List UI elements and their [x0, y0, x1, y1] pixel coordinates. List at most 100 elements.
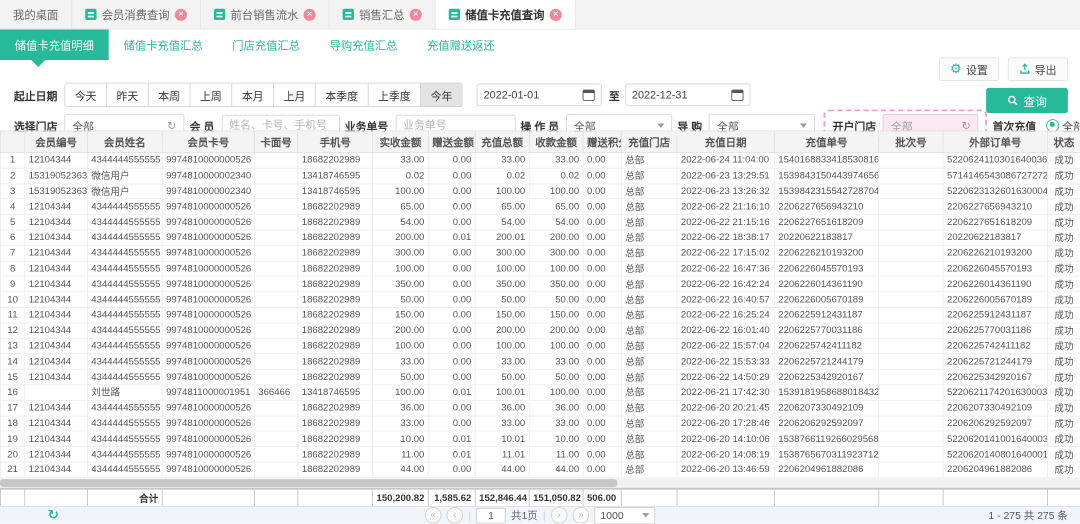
quick-range-button[interactable]: 上月: [273, 83, 316, 107]
table-row[interactable]: 2112104344434444455555599748100000005261…: [0, 462, 1080, 477]
totals-cell: [621, 489, 677, 506]
table-row[interactable]: 1812104344434444455555599748100000005261…: [0, 416, 1080, 431]
sub-tab-label: 储值卡充值汇总: [123, 37, 202, 54]
date-to-input[interactable]: [632, 89, 712, 101]
table-cell: 10: [0, 292, 24, 307]
table-cell: 1: [0, 153, 24, 168]
column-header[interactable]: 充值单号: [774, 131, 878, 153]
page-size-select[interactable]: 1000: [594, 507, 655, 524]
table-row[interactable]: 1112104344434444455555599748100000005261…: [0, 307, 1080, 322]
table-row[interactable]: 1912104344434444455555599748100000005261…: [0, 431, 1080, 446]
quick-range-group: 今天昨天本周上周本月上月本季度上季度今年: [64, 83, 462, 107]
refresh-icon[interactable]: ↻: [167, 120, 176, 131]
window-tab[interactable]: 销售汇总✕: [330, 0, 436, 29]
table-row[interactable]: 8121043444344444555555997481000000052618…: [0, 261, 1080, 276]
table-cell: 0.00: [428, 323, 475, 338]
quick-range-button[interactable]: 上周: [190, 83, 233, 107]
settings-button[interactable]: ⚙ 设置: [939, 57, 999, 80]
table-cell: 11.00: [529, 447, 583, 462]
search-button[interactable]: 查询: [986, 88, 1068, 113]
totals-cell: 合计: [87, 489, 162, 506]
sub-tab-label: 导购充值汇总: [330, 37, 398, 54]
table-row[interactable]: 315319052363051微信用户997481000000234013418…: [0, 184, 1080, 199]
column-header[interactable]: 充值总额: [475, 131, 529, 153]
table-cell: 总部: [621, 307, 677, 322]
column-header[interactable]: 批次号: [879, 131, 943, 153]
last-page-button[interactable]: »: [573, 507, 590, 524]
table-cell: 100.00: [373, 184, 429, 199]
quick-range-button[interactable]: 本月: [231, 83, 274, 107]
table-row[interactable]: 16刘世路99748110000019513664661341874659510…: [0, 385, 1080, 400]
window-tab[interactable]: 前台销售流水✕: [201, 0, 330, 29]
close-icon[interactable]: ✕: [304, 8, 316, 20]
date-from-field[interactable]: [477, 83, 602, 106]
table-row[interactable]: 1512104344434444455555599748100000005261…: [0, 369, 1080, 384]
table-cell: 12104344: [25, 261, 88, 276]
next-page-button[interactable]: ›: [551, 507, 568, 524]
column-header[interactable]: 实收金额: [373, 131, 429, 153]
table-row[interactable]: 1412104344434444455555599748100000005261…: [0, 354, 1080, 369]
quick-range-button[interactable]: 今天: [64, 83, 107, 107]
quick-range-button[interactable]: 本周: [148, 83, 191, 107]
table-cell: 0.00: [428, 261, 475, 276]
table-cell: 4344444555555: [87, 462, 162, 477]
column-header[interactable]: 会员姓名: [87, 131, 162, 153]
column-header[interactable]: 收款金额: [529, 131, 583, 153]
column-header[interactable]: [0, 131, 24, 153]
sub-tab[interactable]: 导购充值汇总: [315, 30, 412, 60]
refresh-icon[interactable]: ↻: [48, 509, 59, 522]
column-header[interactable]: 赠送金额: [428, 131, 475, 153]
table-row[interactable]: 6121043444344444555555997481000000052618…: [0, 230, 1080, 245]
column-header[interactable]: 充值日期: [677, 131, 774, 153]
table-row[interactable]: 2012104344434444455555599748100000005261…: [0, 447, 1080, 462]
sub-tab[interactable]: 门店充值汇总: [217, 30, 314, 60]
date-from-input[interactable]: [484, 89, 564, 101]
table-row[interactable]: 215319052363051微信用户997481000000234013418…: [0, 168, 1080, 183]
column-header[interactable]: 充值门店: [621, 131, 677, 153]
page-number-input[interactable]: [476, 507, 506, 523]
table-row[interactable]: 4121043444344444555555997481000000052618…: [0, 199, 1080, 214]
quick-range-button[interactable]: 昨天: [106, 83, 149, 107]
column-header[interactable]: 会员卡号: [162, 131, 254, 153]
column-header[interactable]: 卡面号: [254, 131, 297, 153]
scrollbar-thumb[interactable]: [0, 479, 617, 487]
table-row[interactable]: 1712104344434444455555599748100000005261…: [0, 400, 1080, 415]
table-row[interactable]: 1212104344434444455555599748100000005261…: [0, 323, 1080, 338]
date-to-field[interactable]: [625, 83, 750, 106]
table-row[interactable]: 9121043444344444555555997481000000052618…: [0, 276, 1080, 291]
close-icon[interactable]: ✕: [175, 8, 187, 20]
column-header[interactable]: 外部订单号: [943, 131, 1047, 153]
close-icon[interactable]: ✕: [550, 8, 562, 20]
sub-tab[interactable]: 充值赠送返还: [412, 30, 509, 60]
table-cell: 2022-06-22 21:16:10: [677, 199, 774, 214]
refresh-icon[interactable]: ↻: [961, 120, 970, 131]
column-header[interactable]: 赠送积分: [583, 131, 621, 153]
export-button[interactable]: 导出: [1008, 57, 1068, 80]
sub-tab[interactable]: 储值卡充值汇总: [109, 30, 218, 60]
window-tab[interactable]: 储值卡充值查询✕: [436, 0, 576, 29]
column-header[interactable]: 手机号: [298, 131, 373, 153]
first-page-button[interactable]: «: [425, 507, 442, 524]
column-header[interactable]: 会员编号: [25, 131, 88, 153]
quick-range-button[interactable]: 上季度: [368, 83, 421, 107]
horizontal-scrollbar[interactable]: [0, 478, 1080, 488]
table-cell: 18682202989: [298, 462, 373, 477]
table-row[interactable]: 1012104344434444455555599748100000005261…: [0, 292, 1080, 307]
window-tab[interactable]: 会员消费查询✕: [72, 0, 201, 29]
prev-page-button[interactable]: ‹: [447, 507, 464, 524]
chevron-down-icon: [800, 123, 807, 127]
calendar-icon[interactable]: [583, 89, 595, 100]
table-cell: 0.00: [428, 338, 475, 353]
table-row[interactable]: 1312104344434444455555599748100000005261…: [0, 338, 1080, 353]
calendar-icon[interactable]: [731, 89, 743, 100]
window-tab[interactable]: 我的桌面: [0, 0, 72, 29]
quick-range-button[interactable]: 今年: [420, 83, 463, 107]
table-row[interactable]: 1121043444344444555555997481000000052618…: [0, 153, 1080, 168]
sub-tab[interactable]: 储值卡充值明细: [0, 30, 109, 60]
close-icon[interactable]: ✕: [410, 8, 422, 20]
table-row[interactable]: 7121043444344444555555997481000000052618…: [0, 245, 1080, 260]
table-row[interactable]: 5121043444344444555555997481000000052618…: [0, 215, 1080, 230]
table-cell: 0.00: [583, 369, 621, 384]
column-header[interactable]: 状态: [1047, 131, 1080, 153]
quick-range-button[interactable]: 本季度: [315, 83, 368, 107]
